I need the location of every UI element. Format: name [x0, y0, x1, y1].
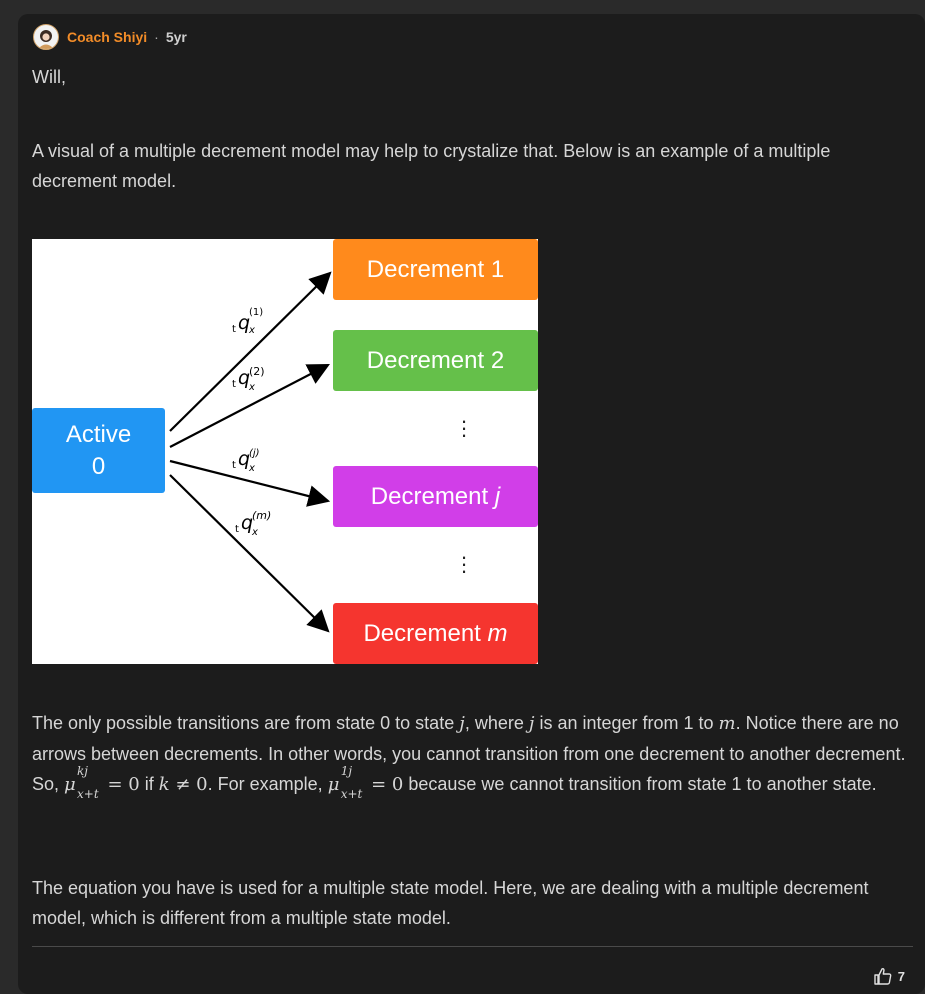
mu-kj-symbol: μ kj x+t	[64, 764, 99, 801]
intro-text: A visual of a multiple decrement model m…	[32, 141, 831, 191]
vertical-ellipsis-1: · · ·	[460, 408, 468, 447]
greeting-text: Will,	[32, 67, 66, 87]
separator-dot: ·	[154, 29, 159, 45]
multiple-decrement-diagram: t q (1) x t q (2) x t q (j) x t q (m) x …	[32, 239, 538, 664]
like-count: 7	[897, 968, 905, 984]
decrement-2-label: Decrement 2	[366, 346, 505, 374]
mu-1j-symbol: μ 1j x+t	[327, 764, 363, 801]
decrement-1-label: Decrement 1	[366, 255, 505, 283]
active-state-box: Active 0	[32, 408, 165, 493]
svg-text:x: x	[248, 463, 255, 474]
decrement-j-label: Decrement j	[370, 482, 501, 510]
label-q2: t q (2) x	[232, 365, 265, 393]
closing-text: The equation you have is used for a mult…	[32, 878, 869, 928]
svg-text:(m): (m)	[252, 509, 271, 522]
decrement-j-box: Decrement j	[333, 466, 538, 527]
footer-divider	[32, 946, 913, 947]
arrow-to-decrement-m	[169, 474, 330, 633]
decrement-m-label: Decrement m	[363, 619, 508, 647]
svg-text:(1): (1)	[249, 307, 263, 318]
post-age: 5yr	[165, 29, 187, 45]
svg-text:t: t	[232, 379, 236, 390]
decrement-2-box: Decrement 2	[333, 330, 538, 391]
svg-text:t: t	[232, 324, 236, 335]
author-name[interactable]: Coach Shiyi	[67, 29, 147, 45]
svg-text:x: x	[248, 382, 255, 393]
active-state-number: 0	[91, 452, 106, 480]
decrement-1-box: Decrement 1	[333, 239, 538, 300]
arrow-to-decrement-1	[169, 271, 332, 432]
label-qm: t q (m) x	[235, 509, 271, 538]
transitions-text: The only possible transitions are from s…	[32, 713, 906, 801]
svg-text:(j): (j)	[249, 448, 260, 459]
svg-text:x: x	[251, 527, 258, 538]
author-avatar[interactable]	[33, 24, 59, 50]
active-label: Active	[65, 420, 132, 448]
thumbs-up-icon	[874, 967, 892, 985]
label-q1: t q (1) x	[232, 307, 263, 336]
person-icon	[38, 30, 54, 49]
label-qj: t q (j) x	[232, 448, 260, 474]
svg-text:t: t	[235, 524, 239, 535]
decrement-m-box: Decrement m	[333, 603, 538, 664]
like-button[interactable]: 7	[873, 967, 905, 985]
svg-text:t: t	[232, 460, 236, 471]
svg-text:x: x	[248, 325, 255, 336]
svg-text:(2): (2)	[249, 365, 265, 378]
vertical-ellipsis-2: · · ·	[460, 544, 468, 583]
post-header: Coach Shiyi · 5yr	[33, 24, 187, 50]
